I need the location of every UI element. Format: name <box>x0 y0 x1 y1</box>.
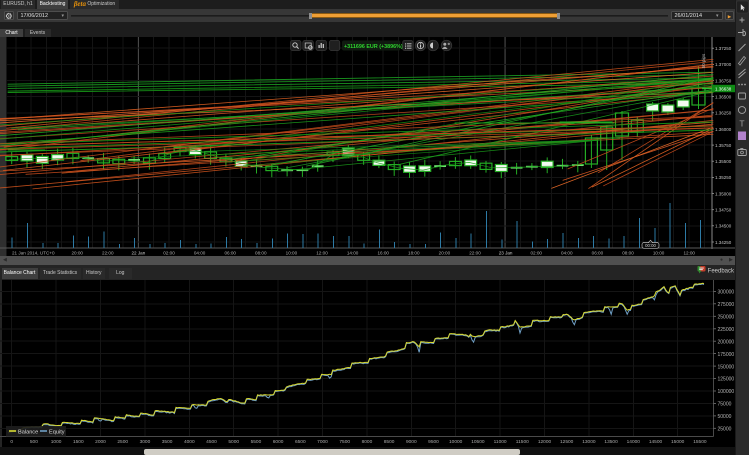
svg-text:1.35750: 1.35750 <box>715 143 732 148</box>
svg-text:175000: 175000 <box>718 352 735 358</box>
svg-text:20:00: 20:00 <box>439 251 451 256</box>
svg-text:3500: 3500 <box>162 439 173 445</box>
svg-text:200000: 200000 <box>718 339 735 345</box>
svg-text:12500: 12500 <box>560 439 574 445</box>
svg-text:T: T <box>739 119 744 129</box>
svg-text:1.35500: 1.35500 <box>715 159 732 164</box>
svg-text:06:00: 06:00 <box>592 251 604 256</box>
svg-text:22:00: 22:00 <box>102 251 114 256</box>
svg-text:25000: 25000 <box>718 427 732 433</box>
svg-text:1.37000: 1.37000 <box>715 62 732 67</box>
svg-text:7500: 7500 <box>339 439 350 445</box>
svg-text:8000: 8000 <box>362 439 373 445</box>
svg-text:14:00: 14:00 <box>347 251 359 256</box>
svg-text:1000: 1000 <box>51 439 62 445</box>
svg-text:04:00: 04:00 <box>561 251 573 256</box>
svg-text:23 Jan: 23 Jan <box>499 251 513 256</box>
svg-text:1.34750: 1.34750 <box>715 208 732 213</box>
svg-text:14500: 14500 <box>649 439 663 445</box>
svg-text:Balance: Balance <box>18 430 38 436</box>
svg-text:21 Jan 2014, UTC+0: 21 Jan 2014, UTC+0 <box>12 251 55 256</box>
svg-text:6500: 6500 <box>295 439 306 445</box>
svg-text:100000: 100000 <box>718 389 735 395</box>
svg-text:500: 500 <box>30 439 38 445</box>
svg-text:22 Jan: 22 Jan <box>132 251 146 256</box>
svg-text:300000: 300000 <box>718 290 735 296</box>
svg-text:08:00: 08:00 <box>622 251 634 256</box>
svg-text:50 pips: 50 pips <box>701 53 706 68</box>
svg-text:6000: 6000 <box>273 439 284 445</box>
svg-text:1.34250: 1.34250 <box>715 240 732 245</box>
svg-text:7000: 7000 <box>317 439 328 445</box>
svg-text:4500: 4500 <box>206 439 217 445</box>
svg-text:10000: 10000 <box>449 439 463 445</box>
svg-text:20:00: 20:00 <box>71 251 83 256</box>
svg-text:1.34500: 1.34500 <box>715 224 732 229</box>
svg-text:5500: 5500 <box>251 439 262 445</box>
svg-text:+311696 EUR (+3896%): +311696 EUR (+3896%) <box>344 44 403 50</box>
svg-text:12:00: 12:00 <box>683 251 695 256</box>
svg-text:08:00: 08:00 <box>255 251 267 256</box>
svg-text:5000: 5000 <box>228 439 239 445</box>
svg-text:3000: 3000 <box>140 439 151 445</box>
svg-text:10:00: 10:00 <box>653 251 665 256</box>
svg-text:Equity: Equity <box>49 430 65 436</box>
svg-text:15000: 15000 <box>671 439 685 445</box>
svg-text:275000: 275000 <box>718 302 735 308</box>
svg-text:04:00: 04:00 <box>194 251 206 256</box>
svg-text:02:00: 02:00 <box>530 251 542 256</box>
svg-text:50000: 50000 <box>718 414 732 420</box>
svg-text:02:00: 02:00 <box>163 251 175 256</box>
svg-text:13000: 13000 <box>582 439 596 445</box>
svg-text:1.36638: 1.36638 <box>715 86 732 91</box>
svg-text:15500: 15500 <box>693 439 707 445</box>
svg-text:9000: 9000 <box>406 439 417 445</box>
svg-text:16:00: 16:00 <box>377 251 389 256</box>
svg-text:9500: 9500 <box>428 439 439 445</box>
svg-text:18:00: 18:00 <box>408 251 420 256</box>
svg-text:4000: 4000 <box>184 439 195 445</box>
svg-text:00:00: 00:00 <box>645 243 656 248</box>
svg-text:1.35000: 1.35000 <box>715 191 732 196</box>
svg-text:22:00: 22:00 <box>469 251 481 256</box>
svg-text:2000: 2000 <box>95 439 106 445</box>
svg-text:13500: 13500 <box>604 439 618 445</box>
svg-text:1.36500: 1.36500 <box>715 94 732 99</box>
svg-text:1500: 1500 <box>73 439 84 445</box>
svg-text:1.35250: 1.35250 <box>715 175 732 180</box>
svg-text:150000: 150000 <box>718 364 735 370</box>
svg-text:125000: 125000 <box>718 377 735 383</box>
svg-text:2500: 2500 <box>117 439 128 445</box>
svg-text:12:00: 12:00 <box>316 251 328 256</box>
svg-text:06:00: 06:00 <box>224 251 236 256</box>
svg-text:1.36750: 1.36750 <box>715 78 732 83</box>
svg-text:14000: 14000 <box>627 439 641 445</box>
svg-text:11500: 11500 <box>516 439 529 445</box>
svg-text:225000: 225000 <box>718 327 735 333</box>
svg-text:1.36250: 1.36250 <box>715 111 732 116</box>
svg-text:1.37250: 1.37250 <box>715 46 732 51</box>
svg-text:75000: 75000 <box>718 402 732 408</box>
svg-text:250000: 250000 <box>718 315 735 321</box>
svg-text:0: 0 <box>10 439 13 445</box>
svg-text:12000: 12000 <box>538 439 552 445</box>
svg-text:8500: 8500 <box>384 439 395 445</box>
svg-text:11000: 11000 <box>494 439 507 445</box>
svg-text:1.36000: 1.36000 <box>715 127 732 132</box>
svg-text:10500: 10500 <box>471 439 485 445</box>
svg-text:10:00: 10:00 <box>286 251 298 256</box>
